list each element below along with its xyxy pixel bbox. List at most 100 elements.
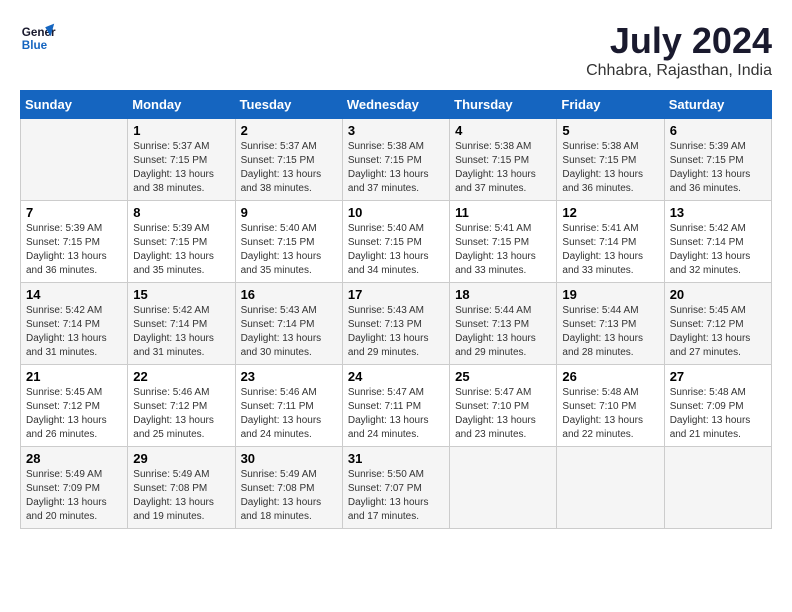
title-area: July 2024 Chhabra, Rajasthan, India — [586, 20, 772, 80]
day-detail: Sunrise: 5:47 AMSunset: 7:10 PMDaylight:… — [455, 386, 551, 442]
day-detail: Sunrise: 5:44 AMSunset: 7:13 PMDaylight:… — [562, 304, 658, 360]
day-detail: Sunrise: 5:49 AMSunset: 7:09 PMDaylight:… — [26, 468, 122, 524]
day-detail: Sunrise: 5:43 AMSunset: 7:14 PMDaylight:… — [241, 304, 337, 360]
day-cell: 31 Sunrise: 5:50 AMSunset: 7:07 PMDayligh… — [342, 447, 449, 529]
day-detail: Sunrise: 5:48 AMSunset: 7:10 PMDaylight:… — [562, 386, 658, 442]
day-detail: Sunrise: 5:42 AMSunset: 7:14 PMDaylight:… — [133, 304, 229, 360]
header-cell-monday: Monday — [128, 91, 235, 119]
day-detail: Sunrise: 5:37 AMSunset: 7:15 PMDaylight:… — [133, 140, 229, 196]
header-cell-friday: Friday — [557, 91, 664, 119]
day-detail: Sunrise: 5:41 AMSunset: 7:15 PMDaylight:… — [455, 222, 551, 278]
day-detail: Sunrise: 5:49 AMSunset: 7:08 PMDaylight:… — [133, 468, 229, 524]
day-number: 29 — [133, 451, 229, 466]
day-number: 25 — [455, 369, 551, 384]
day-cell: 13 Sunrise: 5:42 AMSunset: 7:14 PMDayligh… — [664, 201, 771, 283]
day-detail: Sunrise: 5:38 AMSunset: 7:15 PMDaylight:… — [562, 140, 658, 196]
day-cell — [21, 119, 128, 201]
day-number: 14 — [26, 287, 122, 302]
day-detail: Sunrise: 5:46 AMSunset: 7:12 PMDaylight:… — [133, 386, 229, 442]
day-number: 15 — [133, 287, 229, 302]
day-number: 20 — [670, 287, 766, 302]
day-cell: 11 Sunrise: 5:41 AMSunset: 7:15 PMDayligh… — [450, 201, 557, 283]
day-detail: Sunrise: 5:48 AMSunset: 7:09 PMDaylight:… — [670, 386, 766, 442]
week-row: 1Sunrise: 5:37 AMSunset: 7:15 PMDaylight… — [21, 119, 772, 201]
day-number: 27 — [670, 369, 766, 384]
day-number: 16 — [241, 287, 337, 302]
day-cell: 23 Sunrise: 5:46 AMSunset: 7:11 PMDayligh… — [235, 365, 342, 447]
day-detail: Sunrise: 5:38 AMSunset: 7:15 PMDaylight:… — [455, 140, 551, 196]
day-cell: 22 Sunrise: 5:46 AMSunset: 7:12 PMDayligh… — [128, 365, 235, 447]
day-number: 5 — [562, 123, 658, 138]
day-number: 23 — [241, 369, 337, 384]
day-number: 11 — [455, 205, 551, 220]
day-number: 24 — [348, 369, 444, 384]
day-cell: 6Sunrise: 5:39 AMSunset: 7:15 PMDaylight… — [664, 119, 771, 201]
day-cell: 9Sunrise: 5:40 AMSunset: 7:15 PMDaylight… — [235, 201, 342, 283]
day-detail: Sunrise: 5:47 AMSunset: 7:11 PMDaylight:… — [348, 386, 444, 442]
day-detail: Sunrise: 5:41 AMSunset: 7:14 PMDaylight:… — [562, 222, 658, 278]
day-number: 4 — [455, 123, 551, 138]
day-number: 12 — [562, 205, 658, 220]
week-row: 7 Sunrise: 5:39 AMSunset: 7:15 PMDaylight… — [21, 201, 772, 283]
day-cell — [450, 447, 557, 529]
day-number: 13 — [670, 205, 766, 220]
day-cell: 8 Sunrise: 5:39 AMSunset: 7:15 PMDaylight… — [128, 201, 235, 283]
day-cell: 7 Sunrise: 5:39 AMSunset: 7:15 PMDaylight… — [21, 201, 128, 283]
day-cell: 16 Sunrise: 5:43 AMSunset: 7:14 PMDayligh… — [235, 283, 342, 365]
svg-text:Blue: Blue — [22, 39, 48, 52]
week-row: 28Sunrise: 5:49 AMSunset: 7:09 PMDayligh… — [21, 447, 772, 529]
day-cell: 15 Sunrise: 5:42 AMSunset: 7:14 PMDayligh… — [128, 283, 235, 365]
day-cell — [664, 447, 771, 529]
day-number: 30 — [241, 451, 337, 466]
day-cell: 12 Sunrise: 5:41 AMSunset: 7:14 PMDayligh… — [557, 201, 664, 283]
day-cell: 3 Sunrise: 5:38 AMSunset: 7:15 PMDaylight… — [342, 119, 449, 201]
day-number: 8 — [133, 205, 229, 220]
day-number: 22 — [133, 369, 229, 384]
day-detail: Sunrise: 5:38 AMSunset: 7:15 PMDaylight:… — [348, 140, 444, 196]
subtitle: Chhabra, Rajasthan, India — [586, 62, 772, 80]
day-number: 18 — [455, 287, 551, 302]
day-number: 2 — [241, 123, 337, 138]
day-cell: 24 Sunrise: 5:47 AMSunset: 7:11 PMDayligh… — [342, 365, 449, 447]
day-cell: 18 Sunrise: 5:44 AMSunset: 7:13 PMDayligh… — [450, 283, 557, 365]
day-number: 7 — [26, 205, 122, 220]
day-detail: Sunrise: 5:50 AMSunset: 7:07 PMDaylight:… — [348, 468, 444, 524]
day-detail: Sunrise: 5:45 AMSunset: 7:12 PMDaylight:… — [26, 386, 122, 442]
logo: General Blue — [20, 20, 56, 56]
day-detail: Sunrise: 5:42 AMSunset: 7:14 PMDaylight:… — [670, 222, 766, 278]
day-detail: Sunrise: 5:46 AMSunset: 7:11 PMDaylight:… — [241, 386, 337, 442]
day-cell: 2 Sunrise: 5:37 AMSunset: 7:15 PMDaylight… — [235, 119, 342, 201]
day-detail: Sunrise: 5:43 AMSunset: 7:13 PMDaylight:… — [348, 304, 444, 360]
day-cell: 21Sunrise: 5:45 AMSunset: 7:12 PMDayligh… — [21, 365, 128, 447]
week-row: 21Sunrise: 5:45 AMSunset: 7:12 PMDayligh… — [21, 365, 772, 447]
header-cell-wednesday: Wednesday — [342, 91, 449, 119]
day-number: 31 — [348, 451, 444, 466]
day-cell: 29 Sunrise: 5:49 AMSunset: 7:08 PMDayligh… — [128, 447, 235, 529]
header-cell-thursday: Thursday — [450, 91, 557, 119]
day-cell: 1Sunrise: 5:37 AMSunset: 7:15 PMDaylight… — [128, 119, 235, 201]
day-cell: 14 Sunrise: 5:42 AMSunset: 7:14 PMDayligh… — [21, 283, 128, 365]
day-detail: Sunrise: 5:45 AMSunset: 7:12 PMDaylight:… — [670, 304, 766, 360]
day-number: 17 — [348, 287, 444, 302]
calendar-table: SundayMondayTuesdayWednesdayThursdayFrid… — [20, 90, 772, 529]
day-cell: 19Sunrise: 5:44 AMSunset: 7:13 PMDayligh… — [557, 283, 664, 365]
day-detail: Sunrise: 5:37 AMSunset: 7:15 PMDaylight:… — [241, 140, 337, 196]
header: General Blue July 2024 Chhabra, Rajastha… — [20, 20, 772, 80]
day-cell: 28Sunrise: 5:49 AMSunset: 7:09 PMDayligh… — [21, 447, 128, 529]
day-number: 10 — [348, 205, 444, 220]
day-cell: 30 Sunrise: 5:49 AMSunset: 7:08 PMDayligh… — [235, 447, 342, 529]
day-detail: Sunrise: 5:40 AMSunset: 7:15 PMDaylight:… — [348, 222, 444, 278]
day-cell: 17 Sunrise: 5:43 AMSunset: 7:13 PMDayligh… — [342, 283, 449, 365]
day-detail: Sunrise: 5:39 AMSunset: 7:15 PMDaylight:… — [26, 222, 122, 278]
day-detail: Sunrise: 5:42 AMSunset: 7:14 PMDaylight:… — [26, 304, 122, 360]
day-cell: 26 Sunrise: 5:48 AMSunset: 7:10 PMDayligh… — [557, 365, 664, 447]
day-number: 6 — [670, 123, 766, 138]
day-detail: Sunrise: 5:44 AMSunset: 7:13 PMDaylight:… — [455, 304, 551, 360]
day-number: 3 — [348, 123, 444, 138]
day-number: 26 — [562, 369, 658, 384]
day-cell — [557, 447, 664, 529]
day-cell: 4 Sunrise: 5:38 AMSunset: 7:15 PMDaylight… — [450, 119, 557, 201]
day-detail: Sunrise: 5:39 AMSunset: 7:15 PMDaylight:… — [133, 222, 229, 278]
day-detail: Sunrise: 5:49 AMSunset: 7:08 PMDaylight:… — [241, 468, 337, 524]
day-cell: 5 Sunrise: 5:38 AMSunset: 7:15 PMDaylight… — [557, 119, 664, 201]
